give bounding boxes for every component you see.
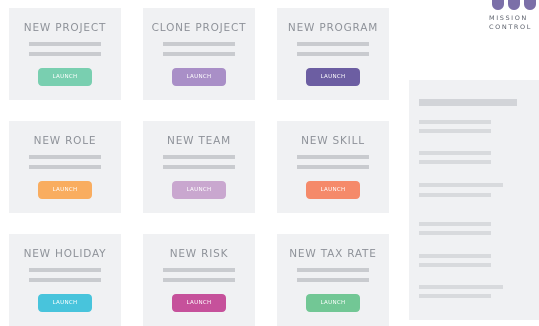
placeholder-line	[297, 165, 369, 169]
side-panel-line	[419, 160, 491, 164]
placeholder-line	[163, 155, 235, 159]
placeholder-line	[297, 155, 369, 159]
launch-button[interactable]: LAUNCH	[172, 181, 226, 199]
placeholder-line	[297, 42, 369, 46]
launch-button[interactable]: LAUNCH	[38, 181, 92, 199]
placeholder-line	[29, 278, 101, 282]
logo-text-line1: MISSION	[489, 14, 528, 22]
card-new-program: NEW PROGRAM LAUNCH	[277, 8, 389, 100]
card-title: NEW RISK	[169, 248, 229, 260]
side-panel	[409, 80, 539, 320]
card-new-role: NEW ROLE LAUNCH	[9, 121, 121, 213]
card-title: NEW TEAM	[167, 135, 231, 147]
card-title: NEW HOLIDAY	[23, 248, 107, 260]
placeholder-line	[297, 268, 369, 272]
side-panel-line	[419, 222, 491, 226]
card-new-risk: NEW RISK LAUNCH	[143, 234, 255, 326]
launch-button[interactable]: LAUNCH	[306, 294, 360, 312]
side-panel-line	[419, 231, 491, 235]
card-new-holiday: NEW HOLIDAY LAUNCH	[9, 234, 121, 326]
card-title: NEW TAX RATE	[289, 248, 377, 260]
card-new-project: NEW PROJECT LAUNCH	[9, 8, 121, 100]
placeholder-line	[297, 52, 369, 56]
side-panel-line	[419, 294, 491, 298]
placeholder-line	[29, 52, 101, 56]
card-clone-project: CLONE PROJECT LAUNCH	[143, 8, 255, 100]
placeholder-line	[163, 268, 235, 272]
launch-button[interactable]: LAUNCH	[306, 181, 360, 199]
launch-button[interactable]: LAUNCH	[38, 294, 92, 312]
side-panel-header-bar	[419, 99, 517, 106]
logo-text-line2: CONTROL	[489, 23, 532, 31]
placeholder-line	[297, 278, 369, 282]
side-panel-line	[419, 285, 503, 289]
placeholder-line	[29, 268, 101, 272]
card-title: NEW PROJECT	[23, 22, 107, 34]
placeholder-line	[29, 155, 101, 159]
launch-button[interactable]: LAUNCH	[306, 68, 360, 86]
side-panel-line	[419, 120, 491, 124]
placeholder-line	[29, 42, 101, 46]
card-new-tax-rate: NEW TAX RATE LAUNCH	[277, 234, 389, 326]
side-panel-line	[419, 151, 491, 155]
launch-button[interactable]: LAUNCH	[172, 68, 226, 86]
side-panel-line	[419, 254, 491, 258]
placeholder-line	[163, 52, 235, 56]
card-new-team: NEW TEAM LAUNCH	[143, 121, 255, 213]
side-panel-line	[419, 193, 491, 197]
placeholder-line	[163, 42, 235, 46]
card-title: NEW ROLE	[33, 135, 97, 147]
card-title: NEW PROGRAM	[287, 22, 379, 34]
logo-shape-icon	[508, 0, 520, 10]
logo-shape-icon	[492, 0, 504, 10]
side-panel-line	[419, 129, 491, 133]
side-panel-line	[419, 263, 491, 267]
logo-shape-icon	[524, 0, 536, 10]
side-panel-line	[419, 183, 503, 187]
placeholder-line	[163, 165, 235, 169]
placeholder-line	[163, 278, 235, 282]
placeholder-line	[29, 165, 101, 169]
card-new-skill: NEW SKILL LAUNCH	[277, 121, 389, 213]
card-title: NEW SKILL	[301, 135, 365, 147]
launch-button[interactable]: LAUNCH	[172, 294, 226, 312]
launch-button[interactable]: LAUNCH	[38, 68, 92, 86]
card-title: CLONE PROJECT	[151, 22, 247, 34]
